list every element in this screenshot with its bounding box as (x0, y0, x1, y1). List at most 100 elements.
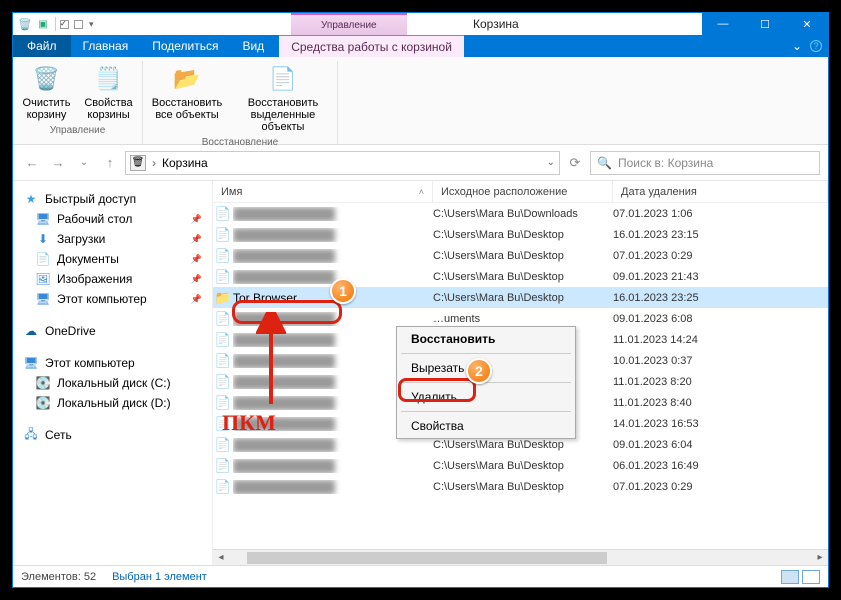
nav-desktop[interactable]: 🖥Рабочий стол📌 (13, 209, 212, 229)
scroll-thumb[interactable] (247, 552, 607, 564)
tab-home[interactable]: Главная (71, 35, 141, 57)
desktop-icon: 🖥 (35, 212, 51, 226)
file-location: C:\Users\Mara Bu\Desktop (433, 229, 613, 241)
file-date: 10.01.2023 0:37 (613, 355, 828, 367)
window-title: Корзина (473, 13, 519, 35)
file-date: 11.01.2023 8:20 (613, 376, 828, 388)
help-icon[interactable]: ? (810, 40, 822, 52)
qat-dropdown-icon[interactable]: ▾ (89, 19, 94, 30)
breadcrumb-location[interactable]: Корзина (162, 156, 208, 170)
tab-share[interactable]: Поделиться (140, 35, 230, 57)
file-date: 14.01.2023 16:53 (613, 418, 828, 430)
pin-icon: 📌 (191, 214, 202, 225)
breadcrumb[interactable]: 🗑 › Корзина ⌄ (125, 151, 560, 175)
context-menu-delete[interactable]: Удалить (397, 385, 575, 409)
column-headers: Имя˄ Исходное расположение Дата удаления (213, 181, 828, 203)
navigation-pane: ★Быстрый доступ 🖥Рабочий стол📌 ⬇Загрузки… (13, 181, 213, 565)
up-button[interactable]: ↑ (99, 152, 121, 174)
scroll-right-icon[interactable]: ▸ (812, 550, 828, 566)
forward-button[interactable]: → (47, 152, 69, 174)
file-date: 07.01.2023 1:06 (613, 208, 828, 220)
file-date: 11.01.2023 14:24 (613, 334, 828, 346)
nav-this-pc[interactable]: 🖥Этот компьютер (13, 353, 212, 373)
ribbon-group-label: Восстановление (202, 135, 279, 150)
file-date: 09.01.2023 6:04 (613, 439, 828, 451)
recycle-bin-empty-icon: 🗑️ (31, 63, 63, 95)
tab-file[interactable]: Файл (13, 35, 71, 57)
annotation-badge-1: 1 (330, 278, 356, 304)
table-row[interactable]: 📄████████████C:\Users\Mara Bu\Desktop07.… (213, 245, 828, 266)
back-button[interactable]: ← (21, 152, 43, 174)
file-name: ████████████ (233, 459, 433, 473)
pin-icon: 📌 (191, 274, 202, 285)
file-location: C:\Users\Mara Bu\Desktop (433, 460, 613, 472)
network-icon: 🖧 (23, 425, 39, 446)
context-menu: Восстановить Вырезать Удалить Свойства (396, 326, 576, 439)
file-date: 11.01.2023 8:40 (613, 397, 828, 409)
search-input[interactable]: 🔍 Поиск в: Корзина (590, 151, 820, 175)
file-date: 07.01.2023 0:29 (613, 250, 828, 262)
column-date-deleted[interactable]: Дата удаления (613, 181, 828, 202)
table-row[interactable]: 📁Tor BrowserC:\Users\Mara Bu\Desktop16.0… (213, 287, 828, 308)
file-location: …uments (433, 313, 613, 325)
scroll-left-icon[interactable]: ◂ (213, 550, 229, 566)
empty-recycle-bin-button[interactable]: 🗑️ Очистить корзину (16, 61, 78, 123)
recycle-bin-properties-button[interactable]: 🗒️ Свойства корзины (78, 61, 140, 123)
folder-icon: 📄 (213, 374, 233, 390)
file-name: ████████████ (233, 249, 433, 263)
qat-item[interactable]: ▣ (35, 16, 51, 32)
context-menu-properties[interactable]: Свойства (397, 414, 575, 438)
ribbon-expand-icon[interactable]: ⌄ (792, 39, 802, 53)
folder-icon: 📄 (213, 437, 233, 453)
file-location: C:\Users\Mara Bu\Desktop (433, 250, 613, 262)
restore-all-button[interactable]: 📂 Восстановить все объекты (144, 61, 230, 135)
file-name: ████████████ (233, 480, 433, 494)
folder-icon: 📄 (213, 458, 233, 474)
chevron-down-icon[interactable]: ⌄ (547, 157, 555, 168)
minimize-button[interactable]: — (702, 13, 744, 35)
view-switcher (781, 570, 820, 584)
details-view-button[interactable] (781, 570, 799, 584)
nav-documents[interactable]: 📄Документы📌 (13, 249, 212, 269)
table-row[interactable]: 📄████████████C:\Users\Mara Bu\Desktop07.… (213, 476, 828, 497)
file-location: C:\Users\Mara Bu\Downloads (433, 208, 613, 220)
ribbon-group-label: Управление (50, 123, 106, 138)
nav-pictures[interactable]: 🖼Изображения📌 (13, 269, 212, 289)
nav-drive-c[interactable]: 💽Локальный диск (C:) (13, 373, 212, 393)
recycle-bin-icon: 🗑 (130, 155, 146, 171)
label: Свойства корзины (84, 97, 134, 121)
folder-icon: 📄 (213, 395, 233, 411)
tab-recycle-tools[interactable]: Средства работы с корзиной (279, 35, 464, 57)
horizontal-scrollbar[interactable]: ◂ ▸ (213, 549, 828, 565)
qat-checkbox[interactable] (74, 20, 83, 29)
folder-icon: 📁 (213, 290, 233, 306)
table-row[interactable]: 📄████████████C:\Users\Mara Bu\Desktop16.… (213, 224, 828, 245)
icons-view-button[interactable] (802, 570, 820, 584)
nav-onedrive[interactable]: ☁OneDrive (13, 321, 212, 341)
downloads-icon: ⬇ (35, 232, 51, 246)
folder-icon: 📄 (213, 479, 233, 495)
recent-locations-button[interactable]: ⌄ (73, 152, 95, 174)
restore-all-icon: 📂 (171, 63, 203, 95)
refresh-button[interactable]: ⟳ (564, 152, 586, 174)
context-menu-restore[interactable]: Восстановить (397, 327, 575, 351)
table-row[interactable]: 📄████████████C:\Users\Mara Bu\Desktop09.… (213, 266, 828, 287)
nav-drive-d[interactable]: 💽Локальный диск (D:) (13, 393, 212, 413)
file-location: C:\Users\Mara Bu\Desktop (433, 481, 613, 493)
qat-checkbox[interactable] (60, 20, 69, 29)
nav-quick-access[interactable]: ★Быстрый доступ (13, 189, 212, 209)
close-button[interactable]: ✕ (786, 13, 828, 35)
nav-this-pc-pin[interactable]: 🖥Этот компьютер📌 (13, 289, 212, 309)
file-name: ████████████ (233, 228, 433, 242)
folder-icon: 📄 (213, 332, 233, 348)
restore-selected-button[interactable]: 📄 Восстановить выделенные объекты (230, 61, 336, 135)
column-orig-location[interactable]: Исходное расположение (433, 181, 613, 202)
label: Восстановить выделенные объекты (236, 97, 330, 133)
column-name[interactable]: Имя˄ (213, 181, 433, 202)
maximize-button[interactable]: ☐ (744, 13, 786, 35)
table-row[interactable]: 📄████████████C:\Users\Mara Bu\Downloads0… (213, 203, 828, 224)
tab-view[interactable]: Вид (230, 35, 276, 57)
table-row[interactable]: 📄████████████C:\Users\Mara Bu\Desktop06.… (213, 455, 828, 476)
nav-downloads[interactable]: ⬇Загрузки📌 (13, 229, 212, 249)
nav-network[interactable]: 🖧Сеть (13, 425, 212, 445)
